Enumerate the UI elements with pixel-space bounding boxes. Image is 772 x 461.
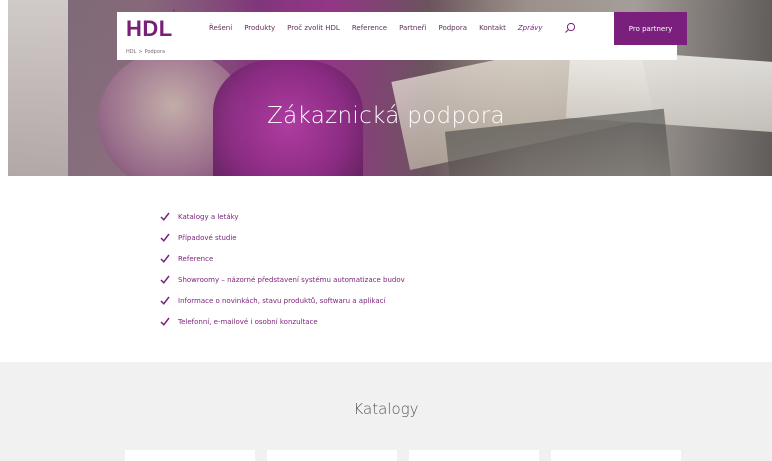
- check-icon: [160, 233, 170, 242]
- hero-bg-shape: [8, 0, 68, 176]
- breadcrumb-home[interactable]: HDL: [126, 49, 136, 55]
- catalog-card[interactable]: [551, 450, 681, 461]
- pro-partnery-button[interactable]: Pro partnery: [614, 12, 687, 45]
- breadcrumb-current: Podpora: [144, 49, 166, 55]
- logo-mark: °: [172, 9, 176, 16]
- page-title: Zákaznická podpora: [267, 103, 505, 129]
- main-nav: Řešení Produkty Proč zvolit HDL Referenc…: [209, 24, 555, 32]
- check-icon: [160, 317, 170, 326]
- breadcrumb-bar: HDL > Podpora: [117, 46, 677, 60]
- logo-text: HDL: [126, 16, 173, 41]
- list-item-label: Showroomy – názorné představení systému …: [178, 275, 405, 284]
- check-icon: [160, 296, 170, 305]
- list-item: Informace o novinkách, stavu produktů, s…: [160, 290, 405, 311]
- catalog-card[interactable]: [409, 450, 539, 461]
- list-item: Katalogy a letáky: [160, 206, 405, 227]
- list-item: Showroomy – názorné představení systému …: [160, 269, 405, 290]
- catalog-card[interactable]: [267, 450, 397, 461]
- list-item: Telefonní, e-mailové i osobní konzultace: [160, 311, 405, 332]
- nav-item-proc-zvolit-hdl[interactable]: Proč zvolit HDL: [287, 24, 340, 32]
- nav-item-podpora[interactable]: Podpora: [438, 24, 467, 32]
- list-item: Případové studie: [160, 227, 405, 248]
- list-item-label: Katalogy a letáky: [178, 212, 239, 221]
- check-icon: [160, 254, 170, 263]
- catalog-card[interactable]: [125, 450, 255, 461]
- nav-item-reseni[interactable]: Řešení: [209, 24, 232, 32]
- list-item-label: Případové studie: [178, 233, 237, 242]
- breadcrumb: HDL > Podpora: [126, 49, 165, 55]
- list-item-label: Telefonní, e-mailové i osobní konzultace: [178, 317, 318, 326]
- nav-item-partneri[interactable]: Partneři: [399, 24, 426, 32]
- support-list-section: Katalogy a letáky Případové studie Refer…: [0, 176, 772, 362]
- support-checklist: Katalogy a letáky Případové studie Refer…: [160, 206, 405, 332]
- nav-item-kontakt[interactable]: Kontakt: [479, 24, 506, 32]
- site-header: HDL° Řešení Produkty Proč zvolit HDL Ref…: [117, 10, 687, 46]
- breadcrumb-separator: >: [138, 49, 143, 55]
- check-icon: [160, 212, 170, 221]
- list-item-label: Informace o novinkách, stavu produktů, s…: [178, 296, 386, 305]
- check-icon: [160, 275, 170, 284]
- list-item-label: Reference: [178, 254, 214, 263]
- nav-item-zpravy[interactable]: Zprávy: [518, 24, 543, 32]
- list-item: Reference: [160, 248, 405, 269]
- nav-item-produkty[interactable]: Produkty: [244, 24, 275, 32]
- catalogs-heading: Katalogy: [353, 400, 419, 418]
- nav-item-reference[interactable]: Reference: [352, 24, 387, 32]
- search-icon[interactable]: [564, 22, 576, 34]
- catalogs-section: Katalogy: [0, 362, 772, 461]
- hdl-logo[interactable]: HDL°: [126, 10, 176, 42]
